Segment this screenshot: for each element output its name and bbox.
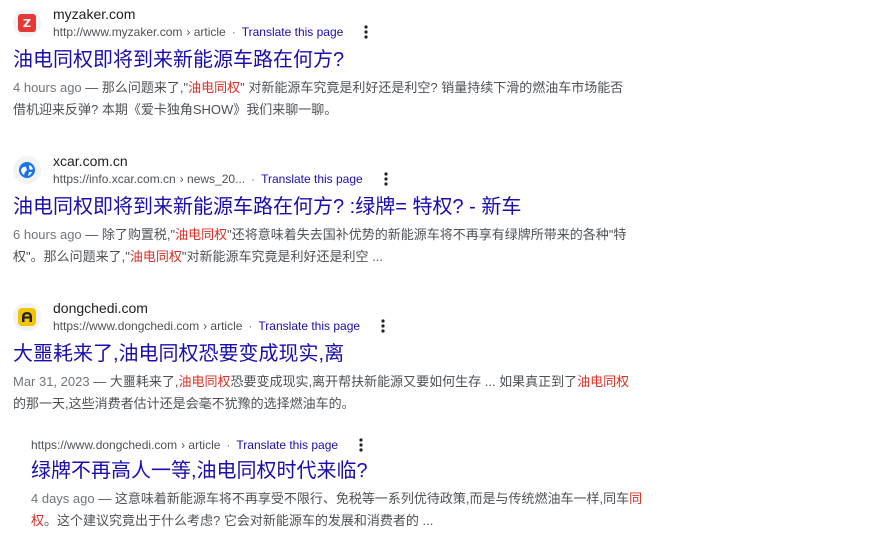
site-name[interactable]: dongchedi.com	[53, 299, 392, 317]
search-result-3: dongchedi.com https://www.dongchedi.com …	[13, 299, 633, 415]
favicon[interactable]: Z	[13, 9, 41, 37]
search-result-4: https://www.dongchedi.com › article · Tr…	[31, 436, 651, 532]
url-host: https://www.dongchedi.com	[31, 438, 178, 452]
result-snippet: Mar 31, 2023 — 大噩耗来了,油电同权恐要变成现实,离开帮扶新能源又…	[13, 371, 633, 415]
translate-link[interactable]: Translate this page	[242, 24, 344, 40]
site-name[interactable]: xcar.com.cn	[53, 152, 395, 170]
result-title-link[interactable]: 油电同权即将到来新能源车路在何方?	[13, 47, 633, 73]
translate-link[interactable]: Translate this page	[258, 318, 360, 334]
more-options-icon[interactable]	[352, 436, 370, 454]
result-title-link[interactable]: 大噩耗来了,油电同权恐要变成现实,离	[13, 341, 633, 367]
svg-text:Z: Z	[23, 17, 31, 30]
separator: ·	[231, 25, 236, 39]
globe-icon	[19, 162, 35, 178]
snippet-highlight: 油电同权	[188, 80, 241, 95]
result-snippet: 4 hours ago — 那么问题来了,"油电同权" 对新能源车究竟是利好还是…	[13, 77, 633, 121]
result-snippet: 4 days ago — 这意味着新能源车将不再享受不限行、免税等一系列优待政策…	[31, 488, 651, 532]
date-dash: —	[81, 80, 102, 95]
separator: ·	[248, 319, 253, 333]
result-source: xcar.com.cn https://info.xcar.com.cn › n…	[13, 152, 633, 188]
separator: ·	[251, 172, 256, 186]
url-host: https://www.dongchedi.com	[53, 319, 200, 333]
snippet-text-1: 这意味着新能源车将不再享受不限行、免税等一系列优待政策,而是与传统燃油车一样,同…	[114, 491, 630, 506]
translate-link[interactable]: Translate this page	[261, 171, 363, 187]
url-host: https://info.xcar.com.cn	[53, 172, 176, 186]
url-path: › news_20...	[179, 172, 246, 186]
translate-link[interactable]: Translate this page	[236, 437, 338, 453]
result-date: Mar 31, 2023	[13, 374, 90, 389]
result-date: 4 hours ago	[13, 80, 82, 95]
url-path: › article	[203, 319, 243, 333]
result-url[interactable]: https://info.xcar.com.cn › news_20... · …	[53, 170, 395, 188]
result-source: Z myzaker.com http://www.myzaker.com › a…	[13, 5, 633, 41]
result-title-link[interactable]: 油电同权即将到来新能源车路在何方? :绿牌= 特权? - 新车	[13, 194, 633, 220]
result-url[interactable]: http://www.myzaker.com › article · Trans…	[53, 23, 375, 41]
snippet-text-2: 。这个建议究竟出于什么考虑? 它会对新能源车的发展和消费者的 ...	[44, 513, 434, 528]
snippet-text-1: 除了购置税,"	[101, 227, 176, 242]
favicon[interactable]	[13, 156, 41, 184]
result-title-link[interactable]: 绿牌不再高人一等,油电同权时代来临?	[31, 458, 651, 484]
zaker-logo-icon: Z	[18, 14, 36, 32]
search-result-2: xcar.com.cn https://info.xcar.com.cn › n…	[13, 152, 633, 268]
result-date: 6 hours ago	[13, 227, 82, 242]
result-date: 4 days ago	[31, 491, 95, 506]
separator: ·	[226, 438, 231, 452]
more-options-icon[interactable]	[377, 170, 395, 188]
result-snippet: 6 hours ago — 除了购置税,"油电同权"还将意味着失去国补优势的新能…	[13, 224, 633, 268]
date-dash: —	[94, 491, 115, 506]
url-path: › article	[186, 25, 226, 39]
snippet-highlight: 油电同权	[178, 374, 231, 389]
date-dash: —	[81, 227, 102, 242]
snippet-text-1: 大噩耗来了,	[109, 374, 179, 389]
snippet-text-1: 那么问题来了,"	[101, 80, 189, 95]
result-source: dongchedi.com https://www.dongchedi.com …	[13, 299, 633, 335]
snippet-text-3: 的那一天,这些消费者估计还是会毫不犹豫的选择燃油车的。	[13, 396, 355, 411]
more-options-icon[interactable]	[357, 23, 375, 41]
search-result-1: Z myzaker.com http://www.myzaker.com › a…	[13, 5, 633, 121]
result-url[interactable]: https://www.dongchedi.com › article · Tr…	[31, 436, 651, 454]
snippet-highlight: 油电同权	[175, 227, 228, 242]
url-host: http://www.myzaker.com	[53, 25, 183, 39]
snippet-highlight: 油电同权	[577, 374, 630, 389]
date-dash: —	[89, 374, 110, 389]
snippet-text-3: "对新能源车究竟是利好还是利空 ...	[181, 249, 383, 264]
snippet-text-2: 恐要变成现实,离开帮扶新能源又要如何生存 ... 如果真正到了	[230, 374, 578, 389]
url-path: › article	[181, 438, 221, 452]
more-options-icon[interactable]	[374, 317, 392, 335]
site-name[interactable]: myzaker.com	[53, 5, 375, 23]
snippet-highlight: 油电同权	[129, 249, 182, 264]
result-url[interactable]: https://www.dongchedi.com › article · Tr…	[53, 317, 392, 335]
dongchedi-logo-icon	[18, 308, 36, 326]
favicon[interactable]	[13, 303, 41, 331]
